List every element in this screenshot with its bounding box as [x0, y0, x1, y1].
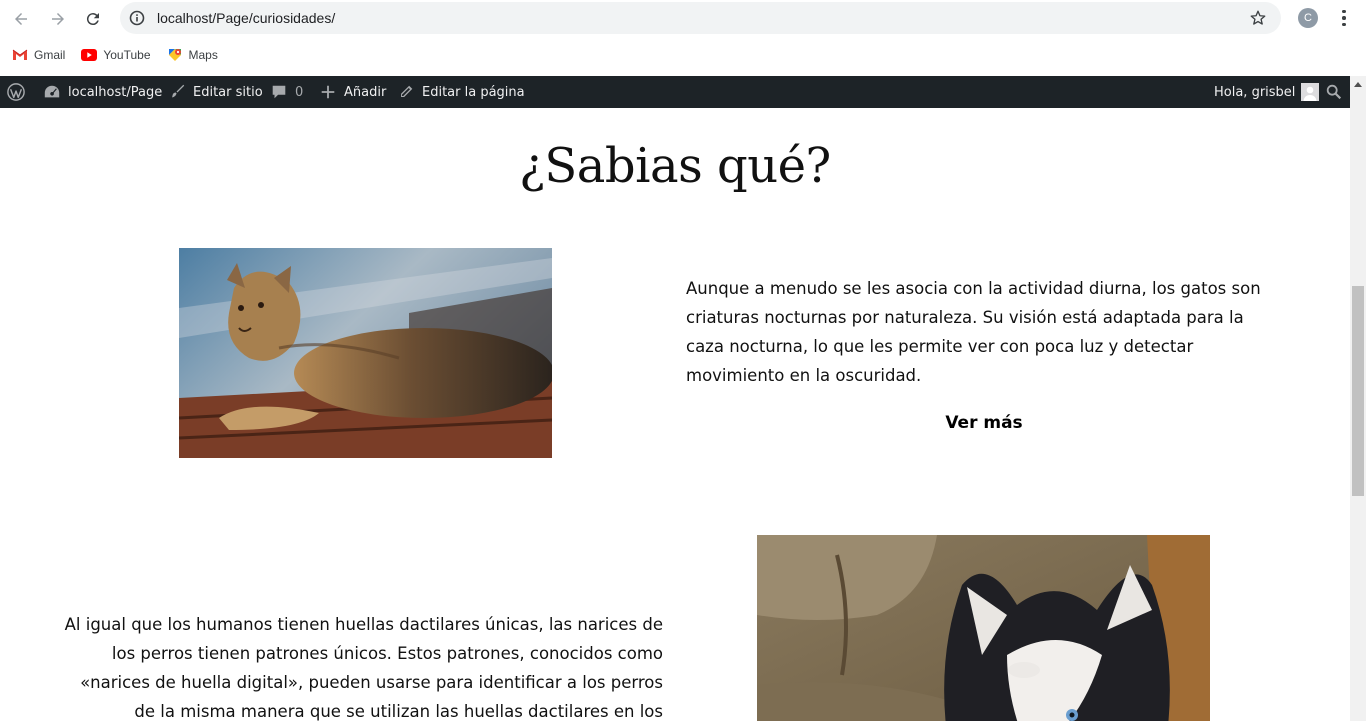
site-name-button[interactable]: localhost/Page	[42, 76, 162, 108]
comments-button[interactable]: 0	[269, 76, 303, 108]
youtube-icon	[81, 47, 98, 63]
edit-page-button[interactable]: Editar la página	[396, 76, 525, 108]
arrow-right-icon	[52, 13, 64, 25]
dog-fact-text: Al igual que los humanos tienen huellas …	[64, 615, 663, 721]
forward-button[interactable]	[45, 6, 71, 32]
brush-icon	[167, 82, 187, 102]
dashboard-icon	[42, 82, 62, 102]
address-bar[interactable]: localhost/Page/curiosidades/	[120, 2, 1281, 34]
ver-mas-link[interactable]: Ver más	[884, 413, 1084, 433]
cat-image	[179, 248, 552, 458]
site-name-label: localhost/Page	[68, 84, 163, 100]
browser-menu-icon[interactable]	[1334, 8, 1354, 28]
reload-icon	[86, 13, 99, 26]
user-avatar-icon	[1301, 83, 1320, 101]
profile-avatar[interactable]: C	[1298, 8, 1318, 28]
dog-image	[757, 535, 1210, 721]
gmail-icon	[12, 47, 28, 63]
pencil-icon	[396, 82, 416, 102]
bookmark-label: Gmail	[34, 48, 66, 62]
edit-site-button[interactable]: Editar sitio	[167, 76, 263, 108]
wp-admin-bar: localhost/Page Editar sitio 0 Añadir Edi…	[0, 76, 1350, 108]
bookmark-label: YouTube	[103, 48, 151, 62]
add-new-label: Añadir	[344, 84, 387, 100]
maps-icon	[167, 47, 183, 63]
page-content: ¿Sabias qué? Aunque a menudo se les asoc…	[0, 108, 1350, 721]
wp-logo-button[interactable]	[6, 76, 32, 108]
greeting-label: Hola, grisbel	[1214, 84, 1296, 100]
bookmark-gmail[interactable]: Gmail	[12, 47, 65, 63]
scroll-up-arrow-icon[interactable]	[1354, 82, 1362, 87]
bookmark-star-icon[interactable]	[1249, 9, 1267, 27]
scrollbar-thumb[interactable]	[1352, 286, 1364, 496]
bookmarks-bar: Gmail YouTube Maps	[0, 42, 1366, 68]
page-title: ¿Sabias qué?	[519, 138, 831, 194]
arrow-left-icon	[15, 13, 27, 25]
bookmark-maps[interactable]: Maps	[167, 47, 218, 63]
browser-chrome: localhost/Page/curiosidades/ C Gmail You…	[0, 0, 1366, 76]
admin-search-button[interactable]	[1324, 76, 1350, 108]
url-text[interactable]: localhost/Page/curiosidades/	[157, 10, 335, 26]
add-new-button[interactable]: Añadir	[318, 76, 386, 108]
search-icon	[1324, 82, 1344, 102]
cat-fact-text: Aunque a menudo se les asocia con la act…	[686, 279, 1261, 385]
site-info-icon[interactable]	[128, 9, 146, 27]
edit-site-label: Editar sitio	[193, 84, 263, 100]
edit-page-label: Editar la página	[422, 84, 525, 100]
page-scrollbar[interactable]	[1350, 76, 1366, 721]
bookmark-label: Maps	[188, 48, 218, 62]
bookmark-youtube[interactable]: YouTube	[81, 47, 151, 63]
my-account-button[interactable]: Hola, grisbel	[1214, 76, 1320, 108]
wordpress-logo-icon	[6, 82, 26, 102]
plus-icon	[318, 82, 338, 102]
back-button[interactable]	[8, 6, 34, 32]
reload-button[interactable]	[80, 6, 106, 32]
comment-bubble-icon	[269, 82, 289, 102]
comments-count: 0	[295, 84, 304, 100]
